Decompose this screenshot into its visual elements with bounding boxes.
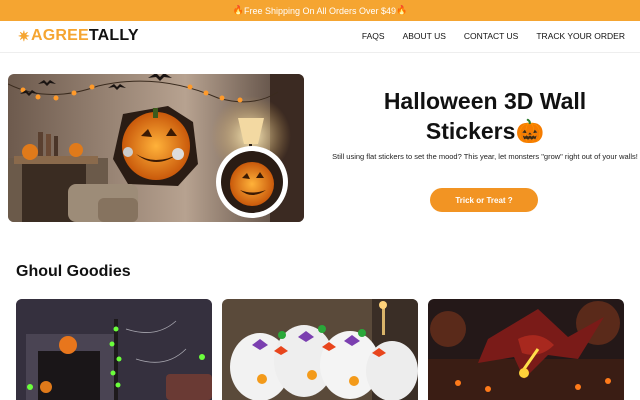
fire-icon: 🔥 <box>396 5 408 15</box>
main-nav: FAQS ABOUT US CONTACT US TRACK YOUR ORDE… <box>362 31 625 41</box>
product-card[interactable] <box>428 299 624 400</box>
logo[interactable]: ✷ AGREE TALLY <box>18 27 139 45</box>
hero-description: Still using flat stickers to set the moo… <box>332 152 638 161</box>
fire-icon: 🔥 <box>232 5 244 15</box>
nav-contact-us[interactable]: CONTACT US <box>464 31 518 41</box>
announcement-text: Free Shipping On All Orders Over $49 <box>243 5 397 16</box>
product-card[interactable] <box>222 299 418 400</box>
nav-track-order[interactable]: TRACK YOUR ORDER <box>536 31 625 41</box>
site-header: ✷ AGREE TALLY FAQS ABOUT US CONTACT US T… <box>0 21 640 53</box>
hero-title-line1: Halloween 3D Wall <box>383 88 587 114</box>
hero-title-line2: Stickers <box>425 118 516 144</box>
hero-title: Halloween 3D Wall Stickers🎃 <box>330 86 640 146</box>
announcement-bar: 🔥 Free Shipping On All Orders Over $49 🔥 <box>0 0 640 21</box>
section-title: Ghoul Goodies <box>16 263 131 280</box>
product-card[interactable] <box>16 299 212 400</box>
star-icon: ✷ <box>18 27 30 44</box>
nav-faqs[interactable]: FAQS <box>362 31 385 41</box>
logo-text-tally: TALLY <box>88 27 139 44</box>
logo-text-agree: AGREE <box>30 27 89 44</box>
pumpkin-icon: 🎃 <box>515 118 545 144</box>
hero-image <box>8 74 304 222</box>
nav-about-us[interactable]: ABOUT US <box>403 31 446 41</box>
trick-or-treat-button[interactable]: Trick or Treat ? <box>430 188 538 212</box>
